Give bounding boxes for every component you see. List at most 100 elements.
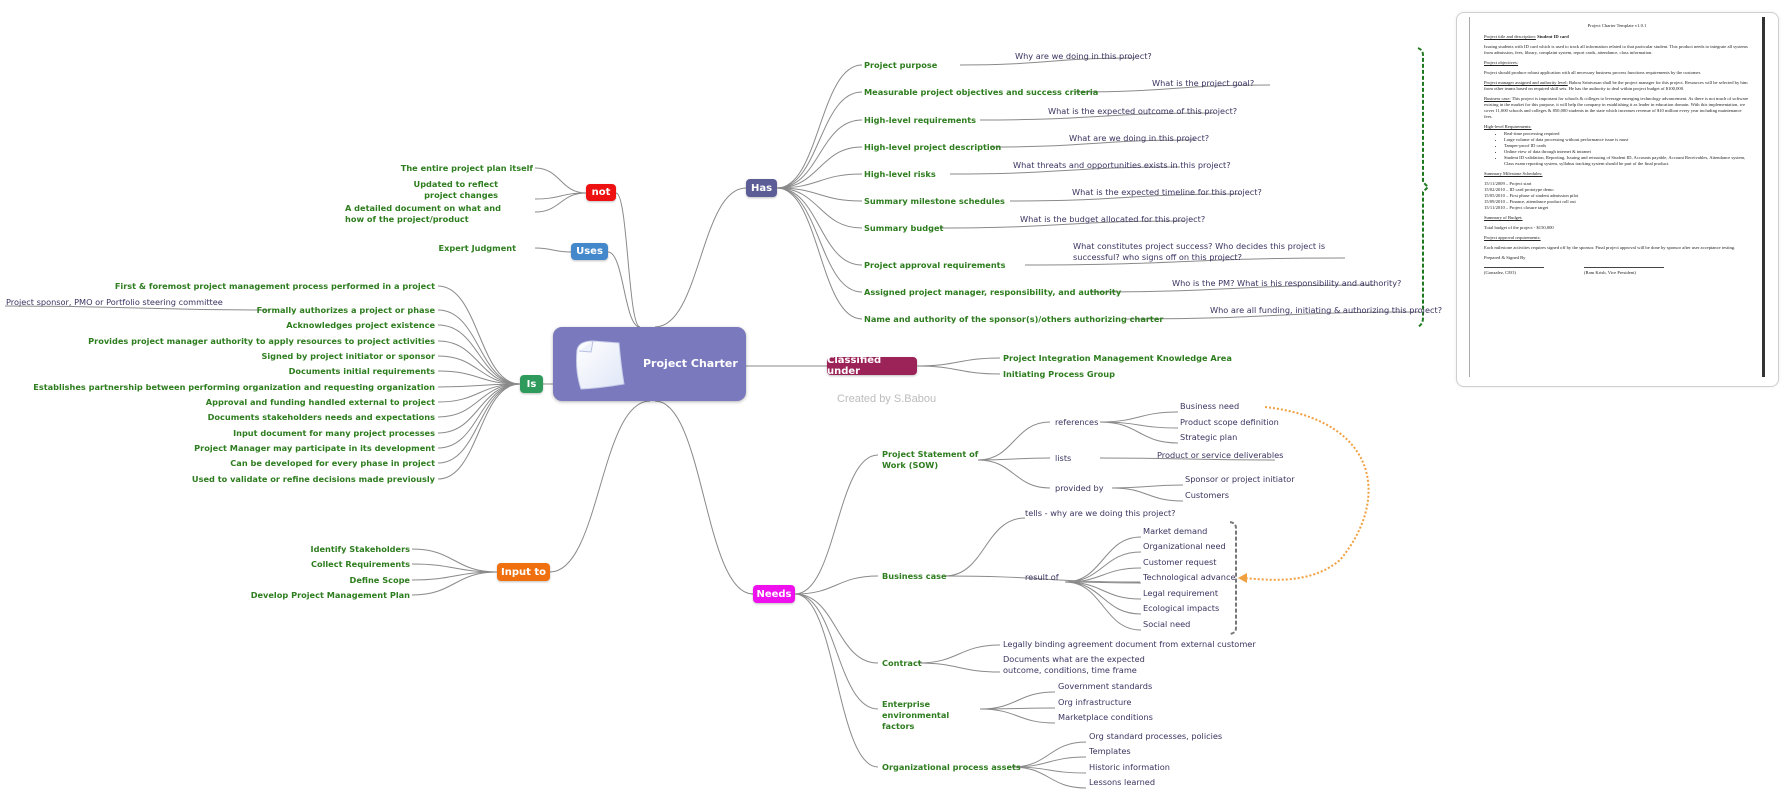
is-item[interactable]: First & foremost project management proc… <box>115 281 435 292</box>
eef-item[interactable]: Marketplace conditions <box>1058 712 1153 723</box>
branch-is[interactable]: Is <box>520 375 543 393</box>
has-item-note[interactable]: Who are all funding, initiating & author… <box>1210 305 1442 316</box>
is-item[interactable]: Acknowledges project existence <box>286 320 435 331</box>
has-item-note[interactable]: What is the expected outcome of this pro… <box>1048 106 1237 117</box>
doc-requirement: Student ID validation, Reporting, Issuin… <box>1504 155 1750 167</box>
has-item[interactable]: Project purpose <box>864 60 937 71</box>
business-case-cause[interactable]: Ecological impacts <box>1143 603 1219 614</box>
not-item[interactable]: The entire project plan itself <box>401 163 533 174</box>
has-item-note[interactable]: What is the budget allocated for this pr… <box>1020 214 1205 225</box>
needs-item-contract[interactable]: Contract <box>882 658 922 669</box>
is-authorizes-note[interactable]: Project sponsor, PMO or Portfolio steeri… <box>6 297 223 308</box>
sow-reference-item[interactable]: Business need <box>1180 401 1239 412</box>
link-business-cause <box>1064 581 1142 584</box>
doc-signatory: (Ram Krish, Vice President) <box>1584 267 1664 276</box>
is-item[interactable]: Can be developed for every phase in proj… <box>230 458 435 469</box>
branch-input-to[interactable]: Input to <box>497 563 550 581</box>
relationship-arrow[interactable] <box>1242 406 1370 581</box>
uses-item[interactable]: Expert Judgment <box>438 243 516 254</box>
sow-group[interactable]: lists <box>1055 453 1071 464</box>
is-item[interactable]: Documents initial requirements <box>289 366 435 377</box>
link-has-item <box>776 187 863 202</box>
sow-provider-item[interactable]: Customers <box>1185 490 1229 501</box>
opa-item[interactable]: Lessons learned <box>1089 777 1155 788</box>
needs-item-organizational-process-assets[interactable]: Organizational process assets <box>882 762 1021 773</box>
input-to-item[interactable]: Collect Requirements <box>311 559 410 570</box>
doc-signatory: (Gonzalez, CEO) <box>1484 267 1544 276</box>
business-case-group[interactable]: tells - why are we doing this project? <box>1025 508 1176 519</box>
business-case-cause[interactable]: Legal requirement <box>1143 588 1218 599</box>
business-case-group[interactable]: result of <box>1025 572 1059 583</box>
has-item[interactable]: Project approval requirements <box>864 260 1005 271</box>
opa-item[interactable]: Org standard processes, policies <box>1089 731 1222 742</box>
not-item[interactable]: A detailed document on what and how of t… <box>345 203 505 225</box>
opa-item[interactable]: Historic information <box>1089 762 1170 773</box>
has-item-note[interactable]: What are we doing in this project? <box>1069 133 1209 144</box>
sow-group[interactable]: provided by <box>1055 483 1104 494</box>
is-item[interactable]: Input document for many project processe… <box>233 428 435 439</box>
is-item[interactable]: Establishes partnership between performi… <box>33 382 435 393</box>
has-item-note[interactable]: What is the expected timeline for this p… <box>1072 187 1262 198</box>
branch-needs[interactable]: Needs <box>753 585 795 603</box>
sow-reference-item[interactable]: Strategic plan <box>1180 432 1237 443</box>
link-has-item <box>776 187 863 320</box>
not-item[interactable]: Updated to reflect project changes <box>408 179 498 201</box>
input-to-item[interactable]: Define Scope <box>350 575 410 586</box>
input-to-item[interactable]: Identify Stakeholders <box>311 544 410 555</box>
is-item[interactable]: Approval and funding handled external to… <box>206 397 435 408</box>
sow-reference-item[interactable]: Product scope definition <box>1180 417 1279 428</box>
is-item[interactable]: Documents stakeholders needs and expecta… <box>208 412 435 423</box>
business-case-cause[interactable]: Technological advance <box>1143 572 1236 583</box>
business-case-cause[interactable]: Customer request <box>1143 557 1217 568</box>
branch-classified-under[interactable]: Classified under <box>827 355 917 377</box>
central-topic-project-charter[interactable]: Project Charter <box>553 327 746 401</box>
is-item[interactable]: Provides project manager authority to ap… <box>88 336 435 347</box>
branch-not[interactable]: not <box>586 184 616 201</box>
contract-item[interactable]: Documents what are the expected outcome,… <box>1003 654 1173 676</box>
has-item-note[interactable]: What constitutes project success? Who de… <box>1073 241 1353 263</box>
input-to-item[interactable]: Develop Project Management Plan <box>251 590 410 601</box>
classified-item[interactable]: Initiating Process Group <box>1003 369 1115 380</box>
business-case-cause[interactable]: Market demand <box>1143 526 1207 537</box>
needs-item-sow[interactable]: Project Statement of Work (SOW) <box>882 449 992 471</box>
sow-lists-item[interactable]: Product or service deliverables <box>1157 450 1283 461</box>
has-item[interactable]: Name and authority of the sponsor(s)/oth… <box>864 314 1163 325</box>
needs-item-business-case[interactable]: Business case <box>882 571 947 582</box>
branch-uses[interactable]: Uses <box>571 243 608 260</box>
central-topic-label: Project Charter <box>643 357 738 370</box>
link-classified-item <box>916 357 1001 367</box>
opa-item[interactable]: Templates <box>1089 746 1131 757</box>
eef-item[interactable]: Org infrastructure <box>1058 697 1131 708</box>
classified-item[interactable]: Project Integration Management Knowledge… <box>1003 353 1232 364</box>
has-item[interactable]: Measurable project objectives and succes… <box>864 87 1098 98</box>
document-icon <box>576 340 625 390</box>
sow-provider-item[interactable]: Sponsor or project initiator <box>1185 474 1295 485</box>
is-item[interactable]: Formally authorizes a project or phase <box>257 305 435 316</box>
has-item[interactable]: High-level project description <box>864 142 1001 153</box>
is-item[interactable]: Used to validate or refine decisions mad… <box>192 474 435 485</box>
link-is-item <box>437 383 521 449</box>
link-input-to-item <box>411 563 498 573</box>
has-item-note[interactable]: Why are we doing in this project? <box>1015 51 1152 62</box>
charter-document-preview[interactable]: Project Charter Template v1.0.1 Project … <box>1456 12 1779 387</box>
contract-item[interactable]: Legally binding agreement document from … <box>1003 639 1256 650</box>
has-item-note[interactable]: Who is the PM? What is his responsibilit… <box>1172 278 1401 289</box>
has-item-note[interactable]: What threats and opportunities exists in… <box>1013 160 1231 171</box>
eef-item[interactable]: Government standards <box>1058 681 1152 692</box>
has-item[interactable]: High-level requirements <box>864 115 976 126</box>
business-case-cause[interactable]: Organizational need <box>1143 541 1226 552</box>
link-is-item <box>437 383 521 464</box>
branch-has[interactable]: Has <box>746 179 777 197</box>
has-item[interactable]: High-level risks <box>864 169 936 180</box>
needs-item-enterprise-environmental-factors[interactable]: Enterprise environmental factors <box>882 699 982 732</box>
is-item[interactable]: Project Manager may participate in its d… <box>194 443 435 454</box>
link-needs-item <box>794 575 879 595</box>
business-case-cause[interactable]: Social need <box>1143 619 1190 630</box>
has-item-note[interactable]: What is the project goal? <box>1152 78 1254 89</box>
sow-group[interactable]: references <box>1055 417 1098 428</box>
has-item[interactable]: Summary budget <box>864 223 943 234</box>
is-item[interactable]: Signed by project initiator or sponsor <box>261 351 435 362</box>
has-item[interactable]: Summary milestone schedules <box>864 196 1005 207</box>
has-item[interactable]: Assigned project manager, responsibility… <box>864 287 1121 298</box>
link-business-cause <box>1064 581 1142 615</box>
